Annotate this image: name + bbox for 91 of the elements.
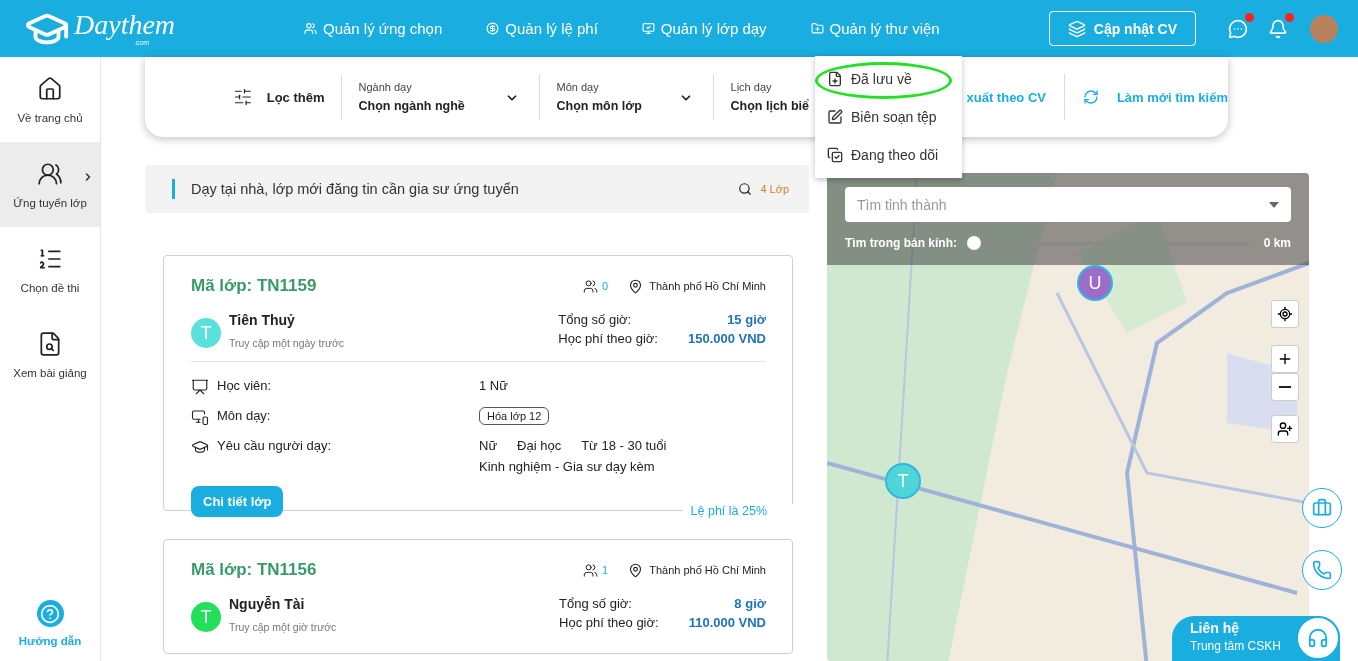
stat-label: Tổng số giờ: (558, 312, 633, 327)
sidebar-item[interactable]: Về trang chủ (0, 57, 100, 142)
sidebar-item[interactable]: Xem bài giảng (0, 312, 100, 397)
nav-link[interactable]: Quản lý lớp dạy (641, 20, 767, 37)
fee-value: 150.000 VND (687, 331, 766, 346)
fee-note: Lệ phí là 25% (682, 504, 793, 518)
tutor-name: Nguyễn Tài (229, 596, 306, 612)
refresh-icon (1082, 89, 1099, 105)
nav-link[interactable]: Quản lý thư viện (810, 20, 940, 37)
stat-label: Học phí theo giờ: (558, 331, 658, 346)
update-cv-button[interactable]: Cập nhật CV (1048, 11, 1196, 46)
detail-value: 1 Nữ (479, 378, 508, 393)
contact-button[interactable]: Liên hệ Trung tâm CSKH (1172, 616, 1340, 661)
class-count: 4 Lớp (760, 183, 789, 195)
stack-icon (1067, 19, 1086, 38)
detail-value: Đại học (517, 438, 562, 453)
detail-label: Học viên: (217, 378, 273, 393)
sidebar-item[interactable]: Ứng tuyển lớp (0, 142, 100, 227)
phone-icon (1312, 560, 1332, 580)
minus-icon (1279, 386, 1291, 388)
hours-value: 15 giờ (726, 312, 766, 327)
briefcase-button[interactable] (1302, 488, 1342, 528)
filter-label: Lọc thêm (266, 89, 325, 105)
detail-value: Từ 18 - 30 tuổi (581, 438, 667, 453)
chat-bubble-icon (1228, 18, 1248, 39)
locate-button[interactable] (1271, 300, 1299, 328)
radius-label: Tìm trong bán kính: (845, 236, 957, 250)
list-title: Dạy tại nhà, lớp mới đăng tin cần gia sư ứng tuyển (191, 181, 520, 197)
stat-label: Học phí theo giờ: (559, 615, 659, 630)
folder-icon (810, 22, 824, 35)
last-seen-text: Truy cập một ngày trước (229, 337, 345, 349)
edit-icon (827, 109, 843, 125)
tutor-avatar: T (191, 602, 221, 632)
filter-dropdown[interactable]: Môn dạy Chọn môn lớp (538, 74, 713, 120)
add-user-button[interactable] (1271, 415, 1299, 443)
zoom-in-button[interactable] (1271, 345, 1299, 373)
class-details-button[interactable]: Chi tiết lớp (191, 486, 284, 517)
detail-label: Môn dạy: (217, 408, 272, 423)
graduation-cap-icon (191, 438, 209, 456)
nav-link[interactable]: Quản lý lệ phí (486, 20, 598, 37)
sidebar-item[interactable]: Chọn đề thi (0, 227, 100, 312)
nav-link[interactable]: Quản lý ứng chọn (304, 20, 443, 37)
monitor-icon (191, 408, 209, 426)
briefcase-icon (1312, 498, 1332, 518)
applicants-icon (583, 278, 599, 294)
file-plus-icon (827, 71, 843, 87)
tutor-name: Tiên Thuỷ (229, 312, 296, 328)
home-icon (37, 75, 63, 102)
subject-tag: Hóa lớp 12 (479, 407, 550, 425)
class-code: Mã lớp: TN1156 (191, 560, 318, 580)
users-icon (304, 22, 317, 35)
add-user-icon (1277, 421, 1293, 437)
help-icon (36, 600, 64, 627)
group-icon (37, 160, 63, 187)
phone-button[interactable] (1302, 550, 1342, 590)
location-text: Thành phố Hồ Chí Minh (649, 564, 766, 576)
bell-icon (1268, 18, 1288, 39)
location-pin-icon (628, 278, 644, 294)
search-icon[interactable] (738, 182, 753, 196)
location-text: Thành phố Hồ Chí Minh (649, 280, 766, 292)
fee-value: 110.000 VND (688, 615, 766, 630)
filter-icon (233, 86, 253, 108)
detail-label: Yêu cầu người dạy: (217, 438, 333, 453)
detail-value: Kinh nghiệm - Gia sư dạy kèm (479, 459, 656, 474)
presentation-icon (191, 378, 209, 396)
applicant-count: 0 (602, 280, 609, 292)
detail-value: Nữ (479, 438, 498, 453)
document-search-icon (37, 330, 63, 357)
province-search-field[interactable]: Tìm tỉnh thành (845, 187, 1291, 222)
hours-value: 8 giờ (733, 596, 766, 611)
monitor-icon (641, 22, 655, 35)
class-code: Mã lớp: TN1159 (191, 276, 318, 296)
menu-item[interactable]: Đang theo dõi (815, 136, 962, 174)
dollar-icon (486, 22, 500, 35)
location-pin-icon (628, 562, 644, 578)
last-seen-text: Truy cập một giờ trước (229, 621, 337, 633)
locate-icon (1277, 306, 1293, 322)
caret-icon (1269, 201, 1279, 208)
checked-copy-icon (827, 147, 843, 163)
zoom-out-button[interactable] (1271, 373, 1299, 401)
slider-thumb[interactable] (967, 236, 981, 250)
plus-icon (1277, 351, 1293, 367)
export-cv-link[interactable]: xuất theo CV (966, 89, 1046, 105)
applicants-icon (583, 562, 599, 578)
reset-search-link[interactable]: Làm mới tìm kiếm (1082, 89, 1228, 105)
applicant-count: 1 (602, 564, 609, 576)
radius-reading: 0 km (1263, 236, 1291, 250)
stat-label: Tổng số giờ: (559, 596, 633, 611)
help-link[interactable]: Hướng dẫn (0, 600, 100, 647)
tutor-avatar: T (191, 318, 221, 348)
filter-dropdown[interactable]: Ngành dạy Chọn ngành nghề (340, 74, 539, 120)
